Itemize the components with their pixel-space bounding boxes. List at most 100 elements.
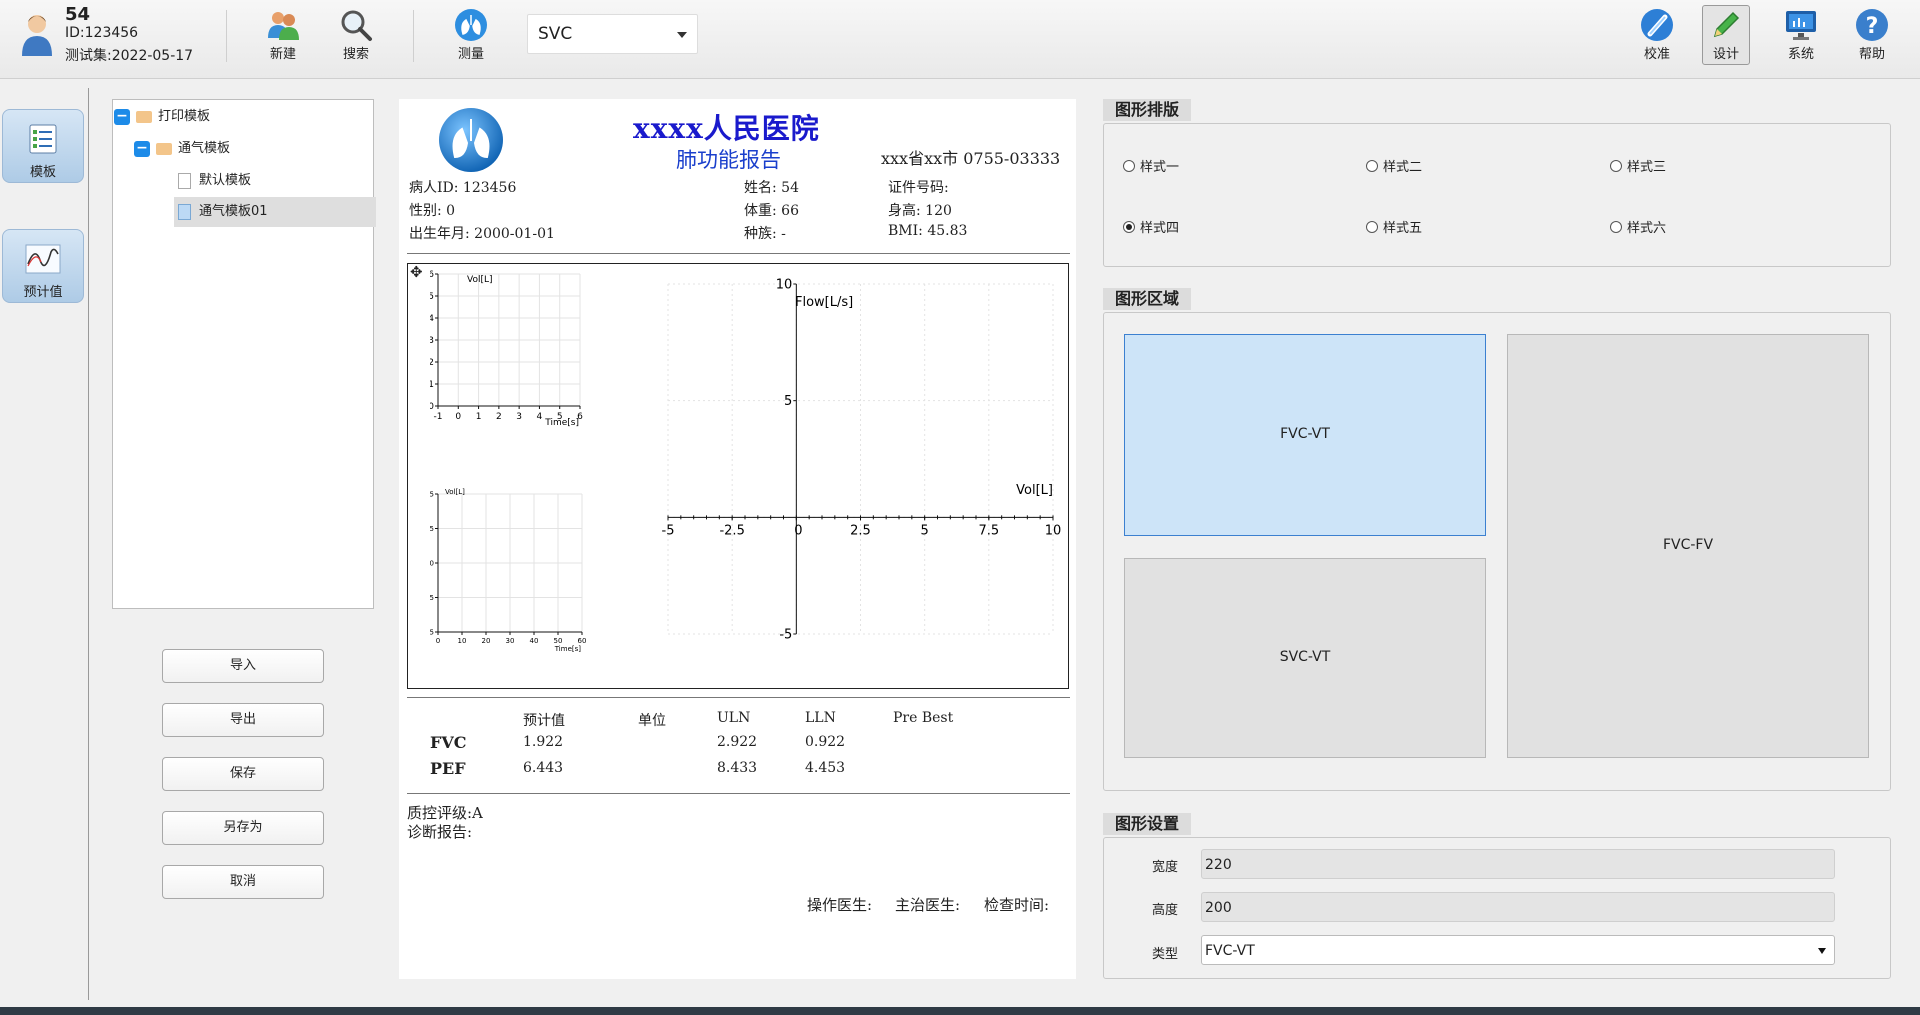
layout-option-5[interactable]: 样式五 (1366, 217, 1422, 236)
patient-height: 身高: 120 (888, 203, 952, 219)
height-field[interactable]: 200 (1201, 892, 1835, 922)
svg-text:?: ? (1866, 14, 1879, 39)
col-header-lln: LLN (805, 710, 836, 726)
area-fvc-vt[interactable]: FVC-VT (1124, 334, 1486, 536)
cancel-button[interactable]: 取消 (162, 865, 324, 899)
operator-doctor: 操作医生: (807, 896, 873, 914)
exam-time: 检查时间: (984, 896, 1050, 914)
file-icon (178, 172, 191, 189)
nav-template-button[interactable]: 模板 (2, 109, 84, 183)
option-label: 样式六 (1627, 221, 1667, 236)
search-button[interactable]: 搜索 (326, 6, 386, 66)
tree-root[interactable]: − 打印模板 (114, 102, 210, 132)
y-tick-label: 3 (430, 336, 434, 346)
move-handle-icon[interactable]: ✥ (410, 265, 423, 280)
status-bar (0, 1007, 1920, 1015)
layout-option-2[interactable]: 样式二 (1366, 156, 1422, 175)
measure-button[interactable]: 测量 (441, 6, 501, 66)
help-icon: ? (1855, 8, 1889, 42)
area-fvc-fv[interactable]: FVC-FV (1507, 334, 1869, 758)
divider (407, 793, 1070, 794)
x-tick-label: 2 (496, 412, 502, 422)
option-label: 样式三 (1627, 160, 1667, 175)
design-button[interactable]: 设计 (1702, 5, 1750, 65)
layout-option-4[interactable]: 样式四 (1123, 217, 1179, 236)
area-panel: FVC-VT SVC-VT FVC-FV (1103, 312, 1891, 791)
layout-panel-title: 图形排版 (1103, 99, 1192, 121)
help-button[interactable]: ? 帮助 (1842, 6, 1902, 66)
mode-select[interactable]: SVC (527, 14, 698, 54)
divider (407, 253, 1070, 254)
tree-item-label: 默认模板 (199, 173, 252, 188)
dropdown-arrow-icon (1818, 948, 1826, 954)
row-pred: 6.443 (523, 760, 564, 776)
patient-weight: 体重: 66 (744, 203, 799, 219)
tree-item-label: 通气模板01 (199, 204, 268, 219)
radio-selected-icon (1123, 221, 1135, 233)
export-button[interactable]: 导出 (162, 703, 324, 737)
layout-option-1[interactable]: 样式一 (1123, 156, 1179, 175)
design-label: 设计 (1712, 47, 1739, 62)
lungs-icon (454, 8, 488, 42)
report-subtitle: 肺功能报告 (676, 148, 781, 172)
y-axis-label: Flow[L/s] (795, 295, 853, 310)
user-name: 54 (65, 4, 91, 25)
area-label: FVC-VT (1280, 426, 1330, 442)
y-axis-label: Vol[L] (467, 275, 493, 285)
row-lln: 0.922 (805, 734, 846, 750)
help-label: 帮助 (1858, 47, 1885, 62)
calibrate-label: 校准 (1643, 47, 1670, 62)
col-header-pred: 预计值 (523, 713, 565, 729)
file-icon (178, 203, 191, 220)
x-axis-label: Time[s] (544, 418, 579, 428)
area-svc-vt[interactable]: SVC-VT (1124, 558, 1486, 758)
system-button[interactable]: 系统 (1771, 6, 1831, 66)
save-button[interactable]: 保存 (162, 757, 324, 791)
y-tick-label: 6 (430, 270, 434, 280)
x-tick-label: 3 (516, 412, 522, 422)
x-tick-label: 60 (578, 637, 587, 645)
layout-option-6[interactable]: 样式六 (1610, 217, 1666, 236)
type-select[interactable]: FVC-VT (1201, 935, 1835, 965)
import-button[interactable]: 导入 (162, 649, 324, 683)
collapse-icon[interactable]: − (134, 140, 150, 157)
tree-group[interactable]: − 通气模板 (134, 134, 230, 164)
area-label: SVC-VT (1279, 649, 1331, 665)
option-label: 样式一 (1140, 160, 1180, 175)
radio-icon (1610, 160, 1622, 172)
y-tick-label: 2 (430, 358, 434, 368)
patient-ethnicity: 种族: - (744, 226, 786, 242)
y-tick-label: -5 (779, 627, 792, 642)
row-name: PEF (430, 759, 466, 778)
monitor-icon (1784, 8, 1818, 42)
x-tick-label: 30 (506, 637, 515, 645)
height-label: 高度 (1152, 903, 1179, 918)
option-label: 样式五 (1383, 221, 1423, 236)
x-tick-label: 40 (530, 637, 539, 645)
col-header-best: Pre Best (893, 710, 954, 726)
width-field[interactable]: 220 (1201, 849, 1835, 879)
tree-item-default[interactable]: 默认模板 (178, 166, 364, 196)
width-label: 宽度 (1152, 860, 1179, 875)
row-uln: 8.433 (717, 760, 758, 776)
radio-icon (1123, 160, 1135, 172)
graph-frame[interactable]: ✥ -1 0 1 2 3 4 5 6 0 1 2 3 4 5 6 Vol[L] Time[s] 0 10 20 30 4… (407, 263, 1069, 689)
calibrate-button[interactable]: 校准 (1627, 6, 1687, 66)
chevron-down-icon (677, 32, 687, 38)
hospital-name: xxxx人民医院 (633, 112, 820, 145)
nav-predicted-button[interactable]: 预计值 (2, 229, 84, 303)
tree-item-selected[interactable]: 通气模板01 (174, 197, 376, 227)
flow-volume-chart: -5 -2.5 0 2.5 5 7.5 10-5510Flow[L/s]Vol[L] (662, 277, 1062, 642)
patient-id: 病人ID: 123456 (409, 180, 517, 196)
x-tick-label: -5 (662, 523, 675, 538)
radio-icon (1610, 221, 1622, 233)
collapse-icon[interactable]: − (114, 108, 130, 125)
x-axis-label: Vol[L] (1016, 483, 1053, 498)
new-button[interactable]: 新建 (253, 6, 313, 66)
radio-icon (1366, 160, 1378, 172)
settings-panel-title: 图形设置 (1103, 813, 1192, 835)
y-tick-label: 5 (430, 292, 434, 302)
save-as-button[interactable]: 另存为 (162, 811, 324, 845)
nav-predicted-label: 预计值 (23, 285, 63, 300)
layout-option-3[interactable]: 样式三 (1610, 156, 1666, 175)
